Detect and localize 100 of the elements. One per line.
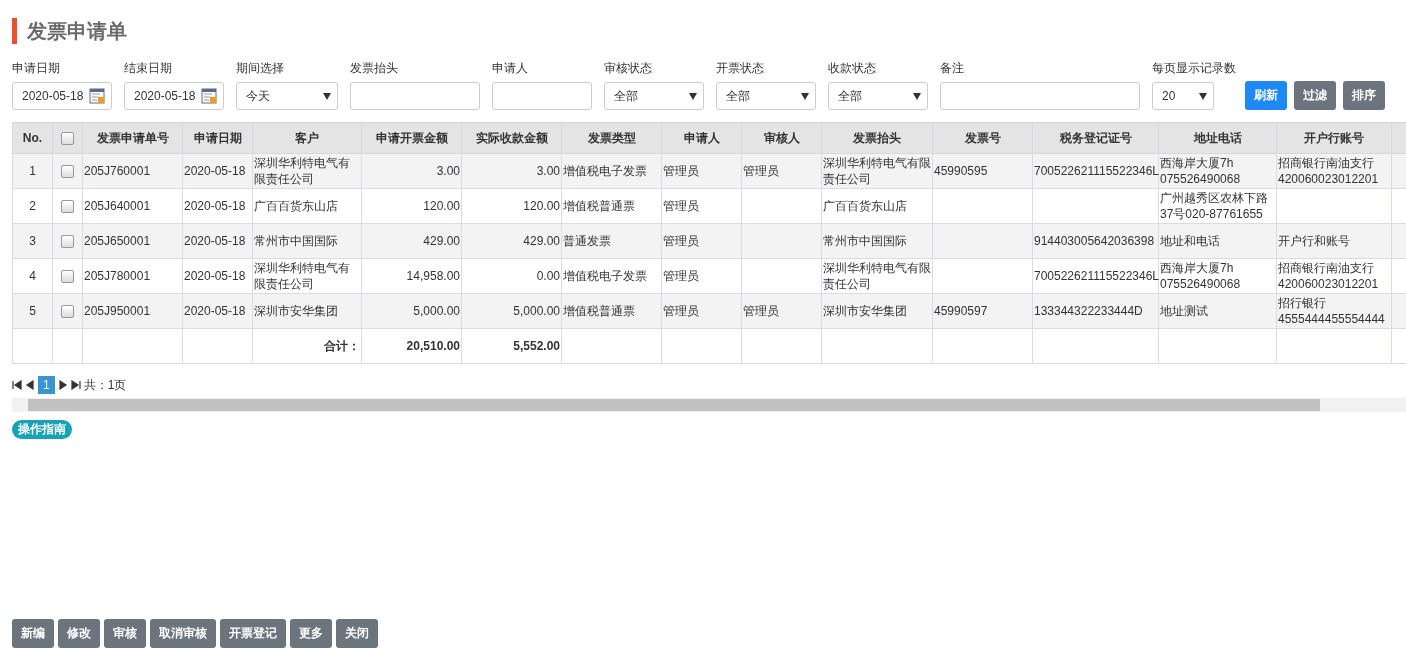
action-button[interactable]: 开票登记 xyxy=(220,619,286,648)
row-checkbox[interactable] xyxy=(61,235,74,249)
last-page-icon[interactable] xyxy=(70,380,81,390)
table-cell: 深圳华利特电气有限责任公司 xyxy=(821,153,933,189)
dropdown-caret-icon xyxy=(689,92,697,100)
table-cell: 管理员 xyxy=(661,153,742,189)
filter-label: 备注 xyxy=(940,60,965,76)
total-cell: 20,510.00 xyxy=(361,328,462,364)
table-cell: 深圳华利特电气有限责任公司 xyxy=(252,153,362,189)
column-header: 申请人 xyxy=(661,122,742,154)
column-header: 发票申请单号 xyxy=(82,122,183,154)
table-cell: 增值税电子发票 xyxy=(561,258,662,294)
filter-button[interactable]: 排序 xyxy=(1343,81,1385,110)
filter-button[interactable]: 过滤 xyxy=(1294,81,1336,110)
table-cell: 429.00 xyxy=(361,223,462,259)
row-checkbox[interactable] xyxy=(61,270,74,284)
column-header: 发票号 xyxy=(932,122,1033,154)
first-page-icon[interactable] xyxy=(12,380,22,390)
dropdown-field[interactable]: 全部 xyxy=(716,82,816,110)
filter-label: 收款状态 xyxy=(828,60,877,76)
total-label: 合计： xyxy=(252,328,362,364)
table-cell: 3.00 xyxy=(361,153,462,189)
table-cell: 120.00 xyxy=(361,188,462,224)
column-header: 客户 xyxy=(252,122,362,154)
refresh-button[interactable]: 刷新 xyxy=(1245,81,1287,110)
column-header: 开户行账号 xyxy=(1276,122,1392,154)
table-cell: 管理员 xyxy=(661,188,742,224)
select-all-checkbox[interactable] xyxy=(61,132,74,146)
table-cell: 205J650001 xyxy=(82,223,183,259)
action-button[interactable]: 取消审核 xyxy=(150,619,216,648)
table-cell: 增值税电子发票 xyxy=(561,153,662,189)
table-cell: 429.00 xyxy=(461,223,562,259)
table-cell: 普通发票 xyxy=(561,223,662,259)
table-cell: 广百百货东山店 xyxy=(821,188,933,224)
action-button[interactable]: 修改 xyxy=(58,619,100,648)
table-cell: 深圳市安华集团 xyxy=(821,293,933,329)
row-checkbox[interactable] xyxy=(61,200,74,214)
table-cell: 开户行和账号 xyxy=(1276,223,1392,259)
page-number[interactable]: 1 xyxy=(38,376,55,394)
previous-page-icon[interactable] xyxy=(25,380,35,390)
table-cell: 2020-05-18 xyxy=(182,223,253,259)
table-cell: 3.00 xyxy=(461,153,562,189)
table-cell: 2020-05-18 xyxy=(182,293,253,329)
date-field[interactable]: 2020-05-18 xyxy=(124,82,224,110)
column-header: 申请开票金额 xyxy=(361,122,462,154)
date-field[interactable]: 2020-05-18 xyxy=(12,82,112,110)
table-cell: 45990595 xyxy=(932,153,1033,189)
table-cell: 205J760001 xyxy=(82,153,183,189)
input-field[interactable] xyxy=(492,82,592,110)
table-cell: 地址测试 xyxy=(1158,293,1277,329)
table-cell: 深圳市安华集团 xyxy=(252,293,362,329)
column-header: No. xyxy=(12,122,53,154)
horizontal-scrollbar[interactable] xyxy=(12,398,1406,412)
filter-label: 结束日期 xyxy=(124,60,173,76)
filter-label: 审核状态 xyxy=(604,60,653,76)
column-header: 实际收款金额 xyxy=(461,122,562,154)
input-field[interactable] xyxy=(350,82,480,110)
filter-label: 发票抬头 xyxy=(350,60,399,76)
table-cell: 700522621115522346L xyxy=(1032,258,1159,294)
table-cell: 常州市中国国际 xyxy=(252,223,362,259)
row-checkbox[interactable] xyxy=(61,165,74,179)
dropdown-field[interactable]: 全部 xyxy=(828,82,928,110)
action-button[interactable]: 新编 xyxy=(12,619,54,648)
table-cell: 管理员 xyxy=(661,293,742,329)
column-header: 地址电话 xyxy=(1158,122,1277,154)
guide-badge[interactable]: 操作指南 xyxy=(12,420,72,439)
action-button[interactable]: 更多 xyxy=(290,619,332,648)
column-header: 审核人 xyxy=(741,122,822,154)
filter-label: 每页显示记录数 xyxy=(1152,60,1236,76)
table-cell: 招商银行南油支行 420060023012201 xyxy=(1276,153,1392,189)
dropdown-field[interactable]: 20 xyxy=(1152,82,1214,110)
action-button[interactable]: 审核 xyxy=(104,619,146,648)
table-cell: 5 xyxy=(12,293,53,329)
table-cell: 招行银行 4555444455554444 xyxy=(1276,293,1392,329)
table-cell: 205J640001 xyxy=(82,188,183,224)
next-page-icon[interactable] xyxy=(57,380,68,390)
filter-label: 期间选择 xyxy=(236,60,285,76)
table-cell: 深圳华利特电气有限责任公司 xyxy=(252,258,362,294)
title-accent-bar xyxy=(12,18,17,44)
table-cell: 133344322233444D xyxy=(1032,293,1159,329)
filter-label: 申请日期 xyxy=(12,60,61,76)
dropdown-caret-icon xyxy=(1199,92,1207,100)
input-field[interactable] xyxy=(940,82,1140,110)
column-header: 发票抬头 xyxy=(821,122,933,154)
action-button[interactable]: 关闭 xyxy=(336,619,378,648)
table-cell: 增值税普通票 xyxy=(561,188,662,224)
column-header: 申请日期 xyxy=(182,122,253,154)
table-cell: 广百百货东山店 xyxy=(252,188,362,224)
calendar-icon[interactable] xyxy=(201,88,217,104)
table-cell: 管理员 xyxy=(661,258,742,294)
row-checkbox[interactable] xyxy=(61,305,74,319)
dropdown-field[interactable]: 全部 xyxy=(604,82,704,110)
table-cell: 管理员 xyxy=(741,153,822,189)
table-cell: 西海岸大厦7h 075526490068 xyxy=(1158,153,1277,189)
dropdown-field[interactable]: 今天 xyxy=(236,82,338,110)
table-cell: 常州市中国国际 xyxy=(821,223,933,259)
table-cell: 5,000.00 xyxy=(361,293,462,329)
scrollbar-thumb[interactable] xyxy=(28,399,1320,411)
calendar-icon[interactable] xyxy=(89,88,105,104)
table-cell: 2020-05-18 xyxy=(182,153,253,189)
